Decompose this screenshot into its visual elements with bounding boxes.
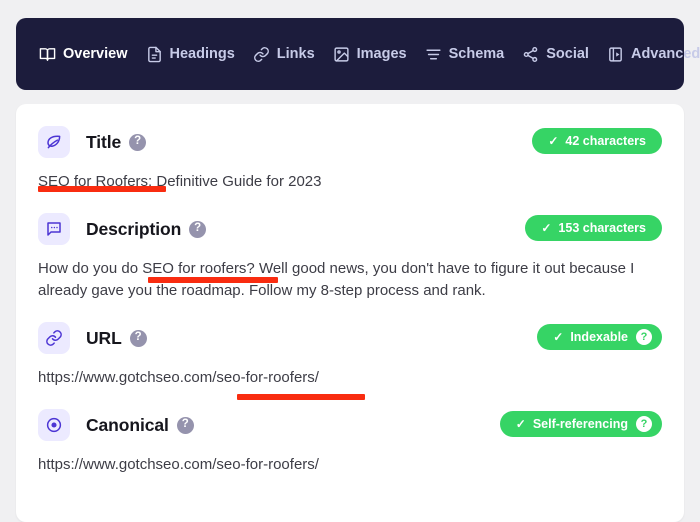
section-title: Title ? ✓ 42 characters SEO for Roofers:… <box>38 124 662 193</box>
document-icon <box>146 46 163 63</box>
badge-label: 42 characters <box>565 134 646 148</box>
check-icon: ✓ <box>553 330 564 345</box>
nav-tab-overview[interactable]: Overview <box>30 40 137 69</box>
section-heading: URL <box>86 327 122 348</box>
main-navigation: Overview Headings Links Images Schema So… <box>16 18 700 90</box>
check-icon: ✓ <box>548 134 559 148</box>
nav-tab-advanced[interactable]: Advanced <box>598 40 700 69</box>
book-icon <box>39 46 56 63</box>
nav-tab-label: Social <box>546 46 589 62</box>
section-heading: Canonical <box>86 414 169 435</box>
nav-tab-label: Advanced <box>630 46 700 62</box>
advanced-icon <box>607 46 624 63</box>
nav-tab-label: Headings <box>169 46 235 62</box>
badge-label: Indexable <box>570 330 628 345</box>
nav-tab-label: Links <box>276 46 315 62</box>
nav-tab-social[interactable]: Social <box>513 40 598 69</box>
badge-help-icon[interactable]: ? <box>636 329 652 346</box>
nav-tab-headings[interactable]: Headings <box>137 40 244 69</box>
share-icon <box>522 46 539 63</box>
check-icon: ✓ <box>541 221 552 236</box>
section-description: Description ? ✓ 153 characters How do yo… <box>38 211 662 302</box>
section-canonical: Canonical ? ✓ Self-referencing ? https:/… <box>38 407 662 476</box>
help-icon[interactable]: ? <box>176 416 194 434</box>
description-body: How do you do SEO for roofers? Well good… <box>38 260 635 300</box>
help-icon[interactable]: ? <box>189 220 207 238</box>
nav-tab-schema[interactable]: Schema <box>416 40 514 69</box>
badge-label: Self-referencing <box>532 417 628 432</box>
section-url: URL ? ✓ Indexable ? https://www.gotchseo… <box>38 320 662 389</box>
help-icon[interactable]: ? <box>129 133 147 151</box>
canonical-body: https://www.gotchseo.com/seo-for-roofers… <box>38 456 319 474</box>
help-icon[interactable]: ? <box>129 329 147 347</box>
section-heading: Description <box>86 218 182 239</box>
image-icon <box>333 46 350 63</box>
link-icon <box>253 46 270 63</box>
badge-help-icon[interactable]: ? <box>636 416 652 433</box>
nav-tab-images[interactable]: Images <box>324 40 416 69</box>
nav-tab-label: Images <box>356 46 407 62</box>
check-icon: ✓ <box>515 417 526 432</box>
title-body: SEO for Roofers: Definitive Guide for 20… <box>38 173 322 190</box>
target-icon <box>38 409 70 442</box>
nav-tab-label: Schema <box>448 46 505 62</box>
nav-tab-links[interactable]: Links <box>244 40 324 69</box>
nav-tab-label: Overview <box>63 46 128 62</box>
badge-label: 153 characters <box>558 221 646 236</box>
status-badge-indexable: ✓ Indexable ? <box>537 324 662 351</box>
leaf-icon <box>38 126 70 158</box>
seo-overview-card: Title ? ✓ 42 characters SEO for Roofers:… <box>16 104 684 522</box>
status-badge-title-characters: ✓ 42 characters <box>532 128 662 154</box>
app-root: Overview Headings Links Images Schema So… <box>0 0 700 522</box>
link-chain-icon <box>38 322 70 355</box>
status-badge-description-characters: ✓ 153 characters <box>525 215 662 242</box>
status-badge-self-referencing: ✓ Self-referencing ? <box>499 411 662 438</box>
section-heading: Title <box>86 131 122 152</box>
url-body: https://www.gotchseo.com/seo-for-roofers… <box>38 369 319 387</box>
speech-bubble-icon <box>38 213 70 246</box>
list-icon <box>425 46 442 63</box>
